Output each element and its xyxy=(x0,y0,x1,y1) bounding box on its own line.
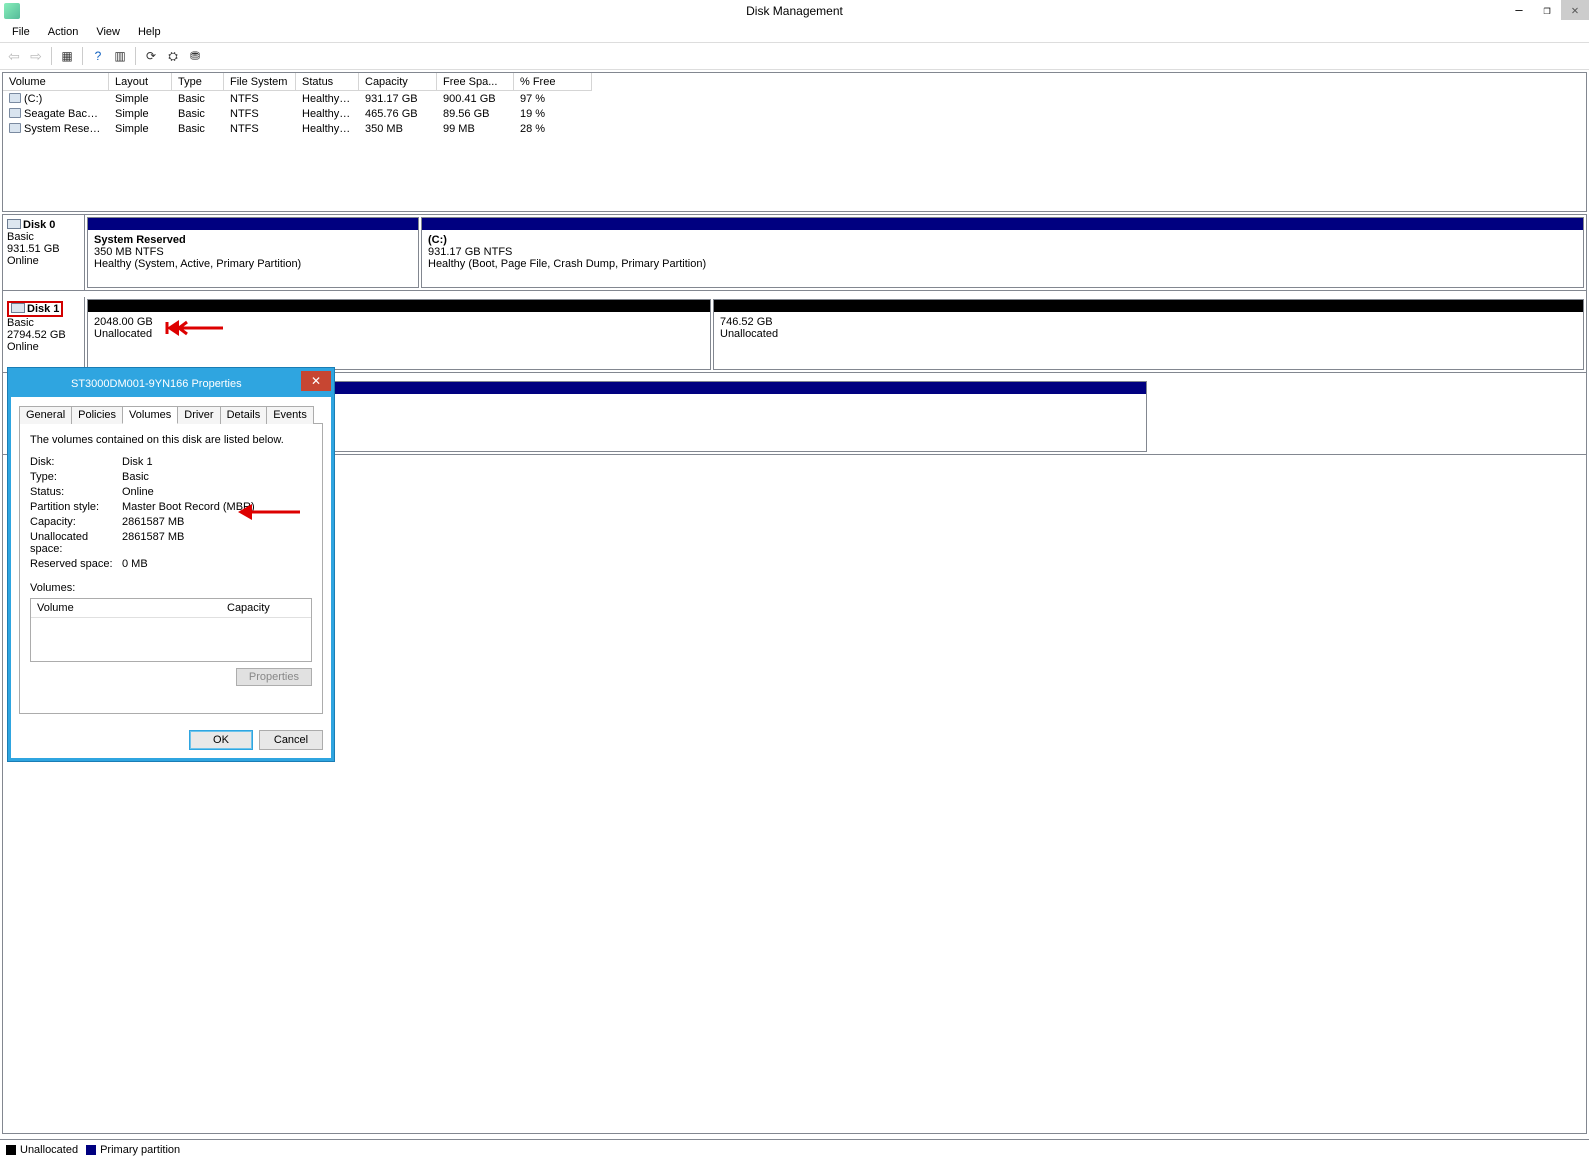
drive-icon xyxy=(9,123,21,133)
dialog-tabs: General Policies Volumes Driver Details … xyxy=(19,405,323,424)
back-button[interactable]: ⇦ xyxy=(4,46,24,66)
tab-events[interactable]: Events xyxy=(266,406,314,424)
properties-dialog: ST3000DM001-9YN166 Properties ✕ General … xyxy=(8,368,334,761)
unallocated-region-1[interactable]: 2048.00 GB Unallocated xyxy=(87,299,711,370)
volume-list-header: Volume Layout Type File System Status Ca… xyxy=(3,73,1586,91)
col-pct-free[interactable]: % Free xyxy=(514,73,592,91)
col-type[interactable]: Type xyxy=(172,73,224,91)
swatch-navy xyxy=(86,1145,96,1155)
drive-icon xyxy=(9,93,21,103)
titlebar: Disk Management — ❐ ✕ xyxy=(0,0,1589,22)
prop-partition-style: Master Boot Record (MBR) xyxy=(122,501,255,513)
menubar: File Action View Help xyxy=(0,22,1589,42)
forward-button[interactable]: ⇨ xyxy=(26,46,46,66)
col-free[interactable]: Free Spa... xyxy=(437,73,514,91)
show-hide-button[interactable]: ▦ xyxy=(57,46,77,66)
settings-button[interactable]: ▥ xyxy=(110,46,130,66)
maximize-button[interactable]: ❐ xyxy=(1533,0,1561,20)
refresh-button[interactable]: ⟳ xyxy=(141,46,161,66)
prop-reserved: 0 MB xyxy=(122,558,148,570)
cancel-button[interactable]: Cancel xyxy=(259,730,323,750)
disk-1-label[interactable]: Disk 1 Basic 2794.52 GB Online xyxy=(3,297,85,372)
rescan-button[interactable]: ⛭ xyxy=(163,46,183,66)
legend: Unallocated Primary partition xyxy=(0,1139,1589,1159)
menu-view[interactable]: View xyxy=(88,24,128,40)
prop-capacity: 2861587 MB xyxy=(122,516,184,528)
disk-row-0[interactable]: Disk 0 Basic 931.51 GB Online System Res… xyxy=(3,215,1586,291)
menu-help[interactable]: Help xyxy=(130,24,169,40)
tab-driver[interactable]: Driver xyxy=(177,406,220,424)
ok-button[interactable]: OK xyxy=(189,730,253,750)
drive-icon xyxy=(9,108,21,118)
menu-action[interactable]: Action xyxy=(40,24,87,40)
legend-unallocated: Unallocated xyxy=(6,1144,78,1156)
minimize-button[interactable]: — xyxy=(1505,0,1533,20)
tab-general[interactable]: General xyxy=(19,406,72,424)
disk-0-label[interactable]: Disk 0 Basic 931.51 GB Online xyxy=(3,215,85,290)
volumes-box[interactable]: Volume Capacity xyxy=(30,598,312,662)
volume-row[interactable]: (C:) Simple Basic NTFS Healthy (B... 931… xyxy=(3,91,1586,106)
disk-icon xyxy=(11,303,25,313)
prop-unallocated: 2861587 MB xyxy=(122,531,184,555)
close-button[interactable]: ✕ xyxy=(1561,0,1589,20)
col-volume[interactable]: Volume xyxy=(3,73,109,91)
partition-stripe xyxy=(88,300,710,312)
col-filesystem[interactable]: File System xyxy=(224,73,296,91)
volbox-col-volume[interactable]: Volume xyxy=(31,599,221,617)
volbox-col-capacity[interactable]: Capacity xyxy=(221,599,311,617)
tab-details[interactable]: Details xyxy=(220,406,268,424)
disk-icon xyxy=(7,219,21,229)
prop-status: Online xyxy=(122,486,154,498)
panel-description: The volumes contained on this disk are l… xyxy=(30,434,312,446)
tab-volumes[interactable]: Volumes xyxy=(122,406,178,424)
toolbar-separator xyxy=(82,47,83,65)
help-button[interactable]: ? xyxy=(88,46,108,66)
tab-panel-volumes: The volumes contained on this disk are l… xyxy=(19,424,323,714)
col-status[interactable]: Status xyxy=(296,73,359,91)
dialog-title[interactable]: ST3000DM001-9YN166 Properties ✕ xyxy=(11,371,331,397)
unallocated-region-2[interactable]: 746.52 GB Unallocated xyxy=(713,299,1584,370)
tab-policies[interactable]: Policies xyxy=(71,406,123,424)
prop-disk: Disk 1 xyxy=(122,456,153,468)
dialog-close-button[interactable]: ✕ xyxy=(301,371,331,391)
properties-button: Properties xyxy=(236,668,312,686)
partition-stripe xyxy=(422,218,1583,230)
volume-row[interactable]: System Reserved Simple Basic NTFS Health… xyxy=(3,121,1586,136)
toolbar: ⇦ ⇨ ▦ ? ▥ ⟳ ⛭ ⛃ xyxy=(0,42,1589,70)
volume-row[interactable]: Seagate Backup Pl... Simple Basic NTFS H… xyxy=(3,106,1586,121)
legend-primary: Primary partition xyxy=(86,1144,180,1156)
disk-row-1[interactable]: Disk 1 Basic 2794.52 GB Online 2048.00 G… xyxy=(3,297,1586,373)
menu-file[interactable]: File xyxy=(4,24,38,40)
swatch-black xyxy=(6,1145,16,1155)
volume-list: Volume Layout Type File System Status Ca… xyxy=(2,72,1587,212)
partition-stripe xyxy=(88,218,418,230)
toolbar-separator xyxy=(51,47,52,65)
col-capacity[interactable]: Capacity xyxy=(359,73,437,91)
window-title: Disk Management xyxy=(746,4,843,18)
app-icon xyxy=(4,3,20,19)
partition-c[interactable]: (C:) 931.17 GB NTFS Healthy (Boot, Page … xyxy=(421,217,1584,288)
prop-type: Basic xyxy=(122,471,149,483)
partition-system-reserved[interactable]: System Reserved 350 MB NTFS Healthy (Sys… xyxy=(87,217,419,288)
action-button[interactable]: ⛃ xyxy=(185,46,205,66)
col-layout[interactable]: Layout xyxy=(109,73,172,91)
toolbar-separator xyxy=(135,47,136,65)
partition-stripe xyxy=(714,300,1583,312)
volumes-box-label: Volumes: xyxy=(30,582,312,594)
